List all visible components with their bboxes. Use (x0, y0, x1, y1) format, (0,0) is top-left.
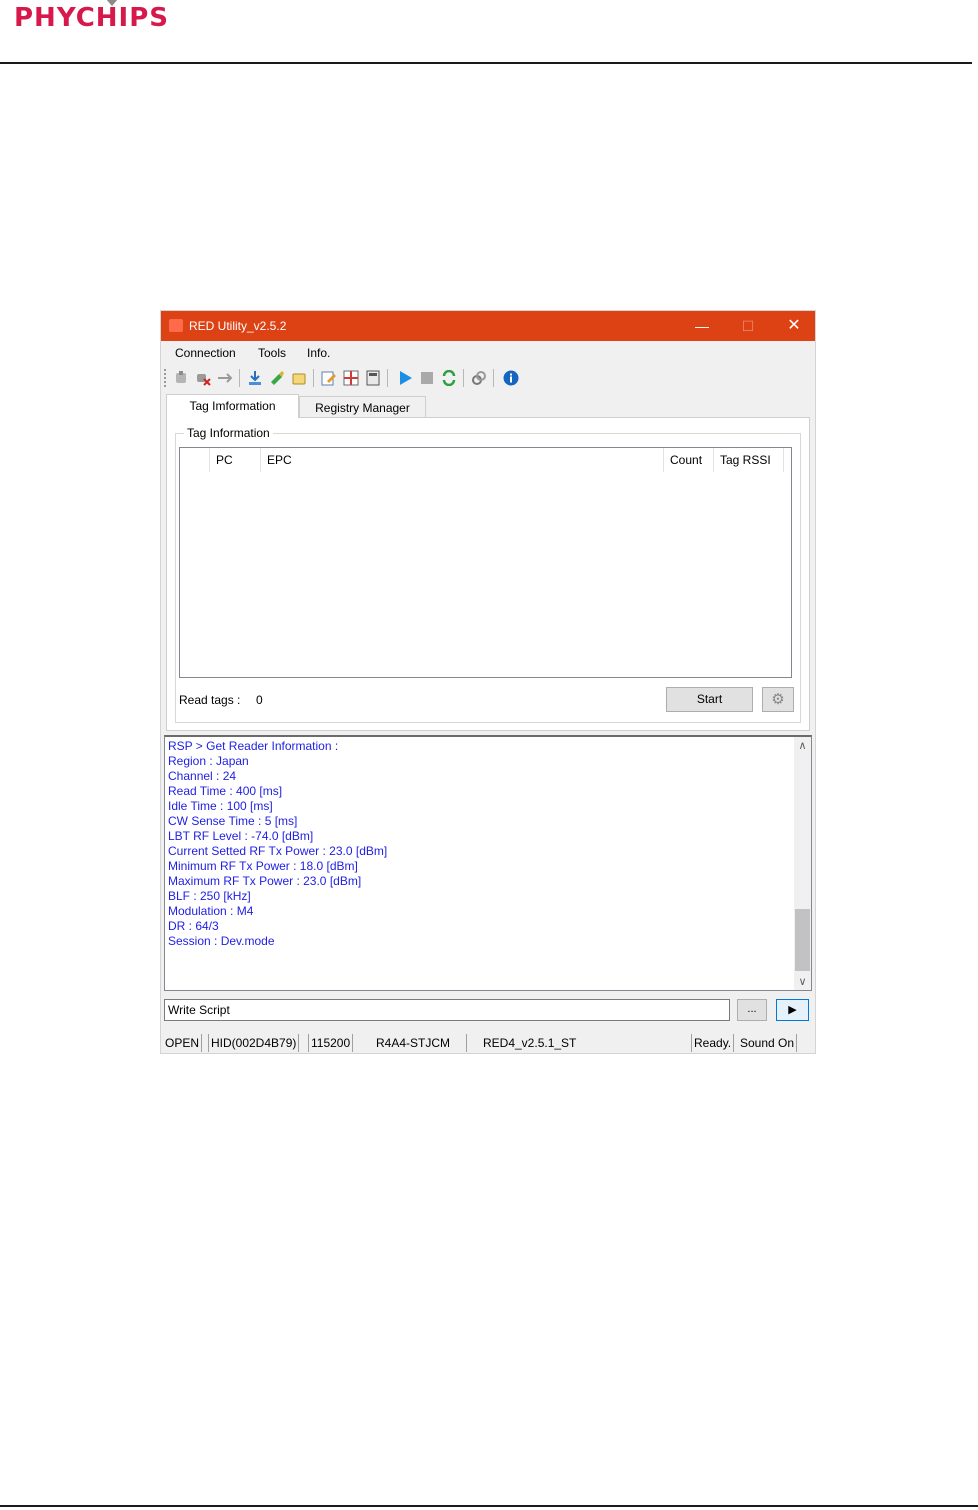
link-icon[interactable] (471, 370, 487, 386)
refresh-icon[interactable] (441, 370, 457, 386)
log-line: Read Time : 400 [ms] (168, 784, 283, 798)
window-title: RED Utility_v2.5.2 (189, 319, 287, 333)
toolbar-grip[interactable] (164, 369, 166, 387)
settings-button[interactable]: ⚙ (762, 687, 794, 712)
log-line: DR : 64/3 (168, 919, 219, 933)
play-icon[interactable] (397, 370, 413, 386)
minimize-button[interactable]: — (679, 311, 725, 341)
toolbar-separator (463, 369, 464, 387)
play-icon: ▶ (788, 1004, 797, 1016)
status-device: HID(002D4B79) (208, 1034, 300, 1052)
script-input[interactable] (164, 999, 730, 1021)
header-rule (0, 62, 972, 64)
read-tags-count: 0 (256, 693, 263, 707)
memory-icon[interactable] (365, 370, 381, 386)
log-line: CW Sense Time : 5 [ms] (168, 814, 298, 828)
toolbar-separator (387, 369, 388, 387)
log-line: Session : Dev.mode (168, 934, 275, 948)
browse-button[interactable]: ... (737, 999, 767, 1021)
edit-icon[interactable] (321, 370, 337, 386)
toolbar-separator (239, 369, 240, 387)
start-button[interactable]: Start (666, 687, 753, 712)
column-pc[interactable]: PC (210, 448, 261, 472)
status-firmware: RED4_v2.5.1_ST (466, 1034, 578, 1052)
menu-info[interactable]: Info. (307, 346, 330, 360)
info-icon[interactable] (503, 370, 519, 386)
usb-icon[interactable] (217, 370, 233, 386)
column-blank[interactable] (180, 448, 210, 472)
app-window: RED Utility_v2.5.2 — ☐ ✕ Connection Tool… (160, 310, 816, 1054)
tag-list[interactable]: PC EPC Count Tag RSSI (179, 447, 792, 678)
log-line: Idle Time : 100 [ms] (168, 799, 273, 813)
status-baud: 115200 (308, 1034, 354, 1052)
log-line: Region : Japan (168, 754, 249, 768)
footer-rule (0, 1505, 978, 1507)
title-bar[interactable]: RED Utility_v2.5.2 — ☐ ✕ (161, 311, 815, 341)
menu-tools[interactable]: Tools (258, 346, 286, 360)
read-tags-label: Read tags : (179, 693, 241, 707)
column-tag-rssi[interactable]: Tag RSSI (714, 448, 784, 472)
log-line: Current Setted RF Tx Power : 23.0 [dBm] (168, 844, 388, 858)
download-icon[interactable] (247, 370, 263, 386)
log-line: RSP > Get Reader Information : (168, 739, 339, 753)
gear-icon: ⚙ (771, 691, 785, 708)
status-bar: OPEN HID(002D4B79) 115200 R4A4-STJCM RED… (161, 1031, 815, 1053)
log-line: Channel : 24 (168, 769, 237, 783)
log-line: Maximum RF Tx Power : 23.0 [dBm] (168, 874, 362, 888)
group-title: Tag Information (184, 426, 273, 440)
column-count[interactable]: Count (664, 448, 714, 472)
app-icon (169, 319, 183, 332)
close-button[interactable]: ✕ (771, 311, 817, 341)
toolbar-separator (493, 369, 494, 387)
connect-icon[interactable] (173, 370, 189, 386)
log-line: Minimum RF Tx Power : 18.0 [dBm] (168, 859, 358, 873)
log-line: LBT RF Level : -74.0 [dBm] (168, 829, 314, 843)
logo-text: PHYCHIPS (14, 3, 170, 33)
status-port: OPEN (163, 1034, 203, 1052)
tab-registry-manager[interactable]: Registry Manager (299, 396, 426, 418)
log-scrollbar[interactable]: ∧ ∨ (794, 737, 811, 990)
tag-information-group: Tag Information PC EPC Count Tag RSSI Re… (175, 426, 801, 723)
maximize-button[interactable]: ☐ (725, 311, 771, 341)
run-script-button[interactable]: ▶ (776, 999, 809, 1021)
menu-connection[interactable]: Connection (175, 346, 236, 360)
toolbar (161, 365, 815, 391)
column-epc[interactable]: EPC (261, 448, 664, 472)
toolbar-separator (313, 369, 314, 387)
status-sound[interactable]: Sound On (738, 1034, 798, 1052)
tag-information-panel: Tag Information PC EPC Count Tag RSSI Re… (166, 417, 810, 731)
log-line: Modulation : M4 (168, 904, 254, 918)
log-lines: RSP > Get Reader Information : Region : J… (168, 739, 788, 949)
status-state: Ready. (691, 1034, 735, 1052)
write-icon[interactable] (269, 370, 285, 386)
menu-bar: Connection Tools Info. (161, 342, 815, 364)
phychips-logo: PHYCHIPS (14, 0, 254, 40)
log-line: BLF : 250 [kHz] (168, 889, 251, 903)
scroll-thumb[interactable] (795, 909, 810, 971)
stop-icon[interactable] (419, 370, 435, 386)
status-model: R4A4-STJCM (376, 1036, 451, 1050)
erase-icon[interactable] (291, 370, 307, 386)
tab-tag-information[interactable]: Tag Imformation (166, 394, 299, 418)
grid-icon[interactable] (343, 370, 359, 386)
scroll-down-icon[interactable]: ∨ (794, 975, 811, 988)
log-output[interactable]: RSP > Get Reader Information : Region : J… (164, 735, 812, 991)
scroll-up-icon[interactable]: ∧ (794, 739, 811, 752)
disconnect-icon[interactable] (195, 370, 211, 386)
